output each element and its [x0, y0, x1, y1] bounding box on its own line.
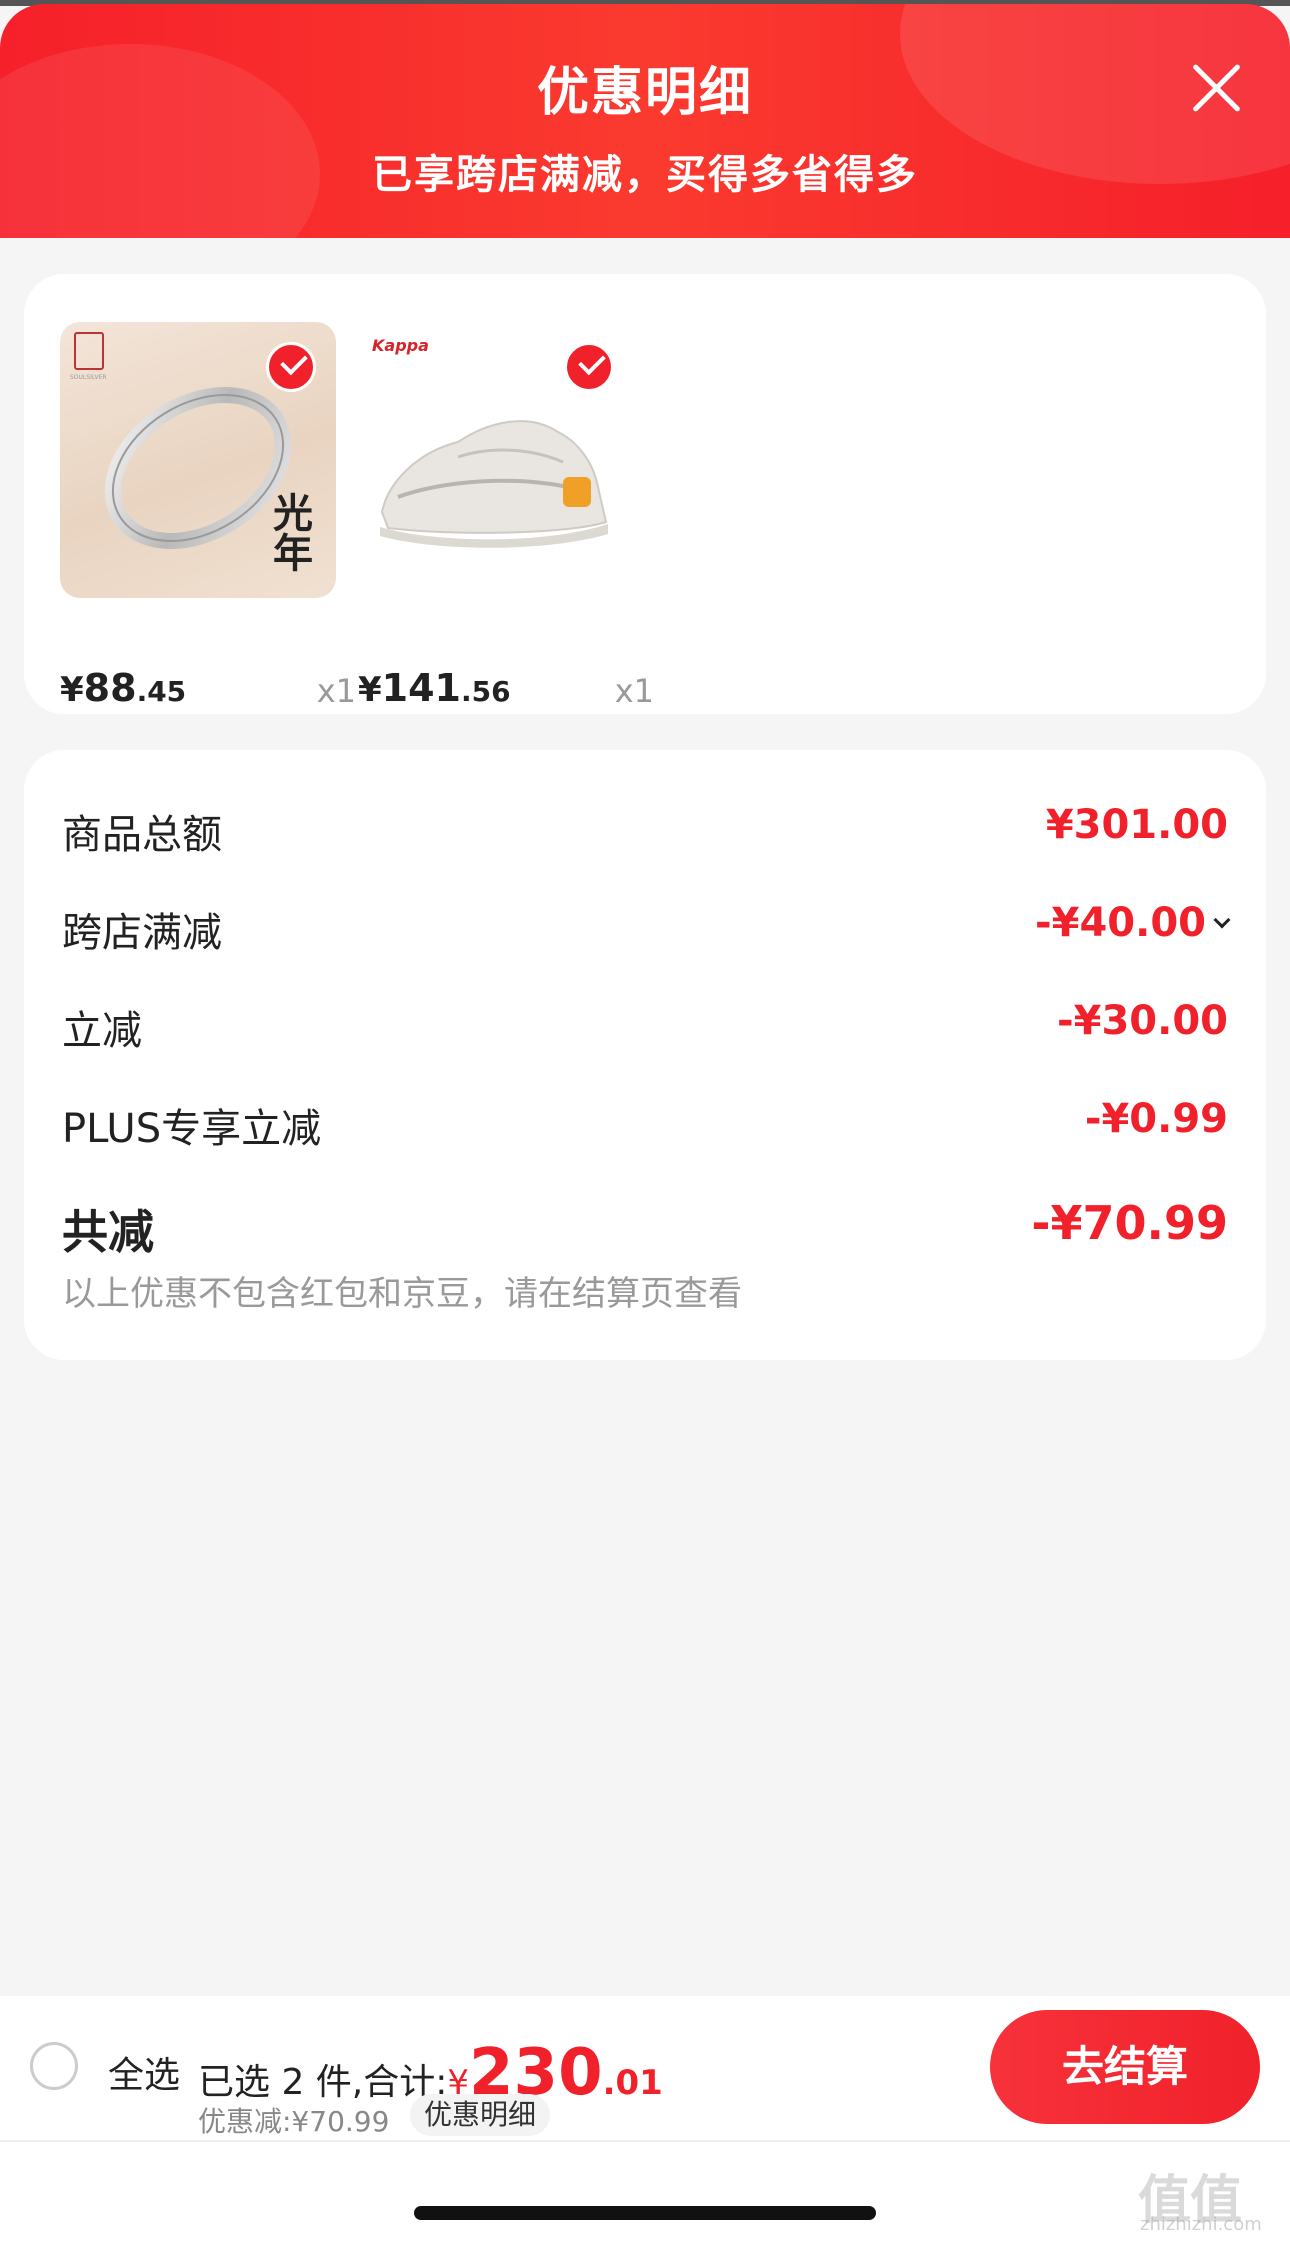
checkout-bar: 全选 已选 2 件,合计:¥230.01 优惠减:¥70.99 优惠明细 去结算 — [0, 1996, 1290, 2140]
price-row: ¥141.56 x1 — [358, 666, 654, 716]
product-item[interactable]: Kappa ¥141.56 x1 — [358, 322, 654, 710]
total-discount-value: -¥70.99 — [1031, 1196, 1228, 1250]
page-title: 优惠明细 — [536, 63, 753, 123]
item-checkbox-checked[interactable] — [266, 342, 316, 392]
home-indicator[interactable] — [414, 2206, 876, 2220]
summary-row-subtotal: 商品总额 ¥301.00 — [62, 802, 1228, 858]
product-price: ¥141.56 — [358, 666, 511, 710]
checkout-button[interactable]: 去结算 — [990, 2010, 1260, 2124]
close-icon[interactable] — [1188, 60, 1244, 116]
price-row: ¥88.45 x1 — [60, 666, 356, 716]
select-all-label[interactable]: 全选 — [108, 2046, 180, 2098]
summary-label: 商品总额 — [62, 812, 222, 858]
item-checkbox-checked[interactable] — [564, 342, 614, 392]
summary-row-instant: 立减 -¥30.00 — [62, 998, 1228, 1054]
products-card: SOULSILVER 光年 ¥88.45 x1 Kappa ¥141.56 x1 — [24, 274, 1266, 714]
summary-value: -¥30.00 — [1057, 998, 1228, 1044]
chevron-down-icon[interactable] — [1213, 911, 1231, 929]
watermark-url: zhizhizhi.com — [1140, 2214, 1262, 2235]
coupon-header: 优惠明细 已享跨店满减，买得多省得多 — [0, 4, 1290, 238]
product-item[interactable]: SOULSILVER 光年 ¥88.45 x1 — [60, 322, 356, 710]
summary-label: 立减 — [62, 1008, 142, 1054]
product-image[interactable]: SOULSILVER 光年 — [60, 322, 336, 598]
discount-amount: 优惠减:¥70.99 — [198, 2105, 390, 2138]
select-all-checkbox[interactable] — [30, 2042, 78, 2090]
product-image-text: 光年 — [266, 492, 313, 572]
page-subtitle: 已享跨店满减，买得多省得多 — [372, 152, 918, 198]
summary-row-plus: PLUS专享立减 -¥0.99 — [62, 1096, 1228, 1152]
summary-value: ¥301.00 — [1045, 802, 1228, 848]
summary-row-total: 共减 -¥70.99 — [62, 1196, 1228, 1260]
coupon-detail-screen: 优惠明细 已享跨店满减，买得多省得多 SOULSILVER 光年 ¥88.45 … — [0, 0, 1290, 2242]
discount-detail-button[interactable]: 优惠明细 — [410, 2094, 551, 2136]
product-quantity: x1 — [316, 672, 356, 710]
product-quantity: x1 — [614, 672, 654, 710]
home-indicator-area — [0, 2142, 1290, 2242]
summary-note: 以上优惠不包含红包和京豆，请在结算页查看 — [62, 1274, 742, 1314]
summary-value: -¥40.00 — [1035, 900, 1206, 946]
summary-value: -¥0.99 — [1084, 1096, 1228, 1142]
product-image[interactable]: Kappa — [358, 322, 634, 598]
product-price: ¥88.45 — [60, 666, 187, 710]
total-discount-label: 共减 — [62, 1205, 154, 1259]
discount-summary-card: 商品总额 ¥301.00 跨店满减 -¥40.00 立减 -¥30.00 PLU… — [24, 750, 1266, 1360]
summary-row-cross-store[interactable]: 跨店满减 -¥40.00 — [62, 900, 1231, 956]
summary-label: PLUS专享立减 — [62, 1106, 322, 1152]
summary-label: 跨店满减 — [62, 910, 222, 956]
